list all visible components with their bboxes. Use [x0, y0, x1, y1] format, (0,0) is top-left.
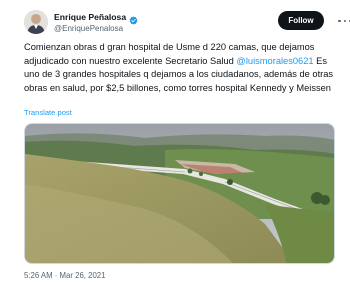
translate-post-link[interactable]: Translate post	[24, 108, 72, 117]
follow-button[interactable]: Follow	[278, 11, 324, 30]
verified-badge-icon	[129, 12, 138, 25]
more-options-icon[interactable]	[338, 16, 350, 26]
tweet-photo[interactable]	[24, 123, 335, 264]
author-handle[interactable]: @EnriquePenalosa	[54, 24, 254, 33]
tweet-card: Enrique Peñalosa @EnriquePenalosa Follow…	[0, 0, 350, 290]
author-names: Enrique Peñalosa @EnriquePenalosa	[54, 10, 254, 33]
tweet-header: Enrique Peñalosa @EnriquePenalosa Follow	[24, 10, 350, 36]
avatar[interactable]	[24, 10, 48, 34]
tweet-text: Comienzan obras d gran hospital de Usme …	[24, 41, 340, 95]
mention-link[interactable]: @luismorales0621	[236, 56, 313, 66]
tweet-timestamp[interactable]: 5:26 AM · Mar 26, 2021	[24, 271, 105, 280]
author-display-name[interactable]: Enrique Peñalosa	[54, 12, 126, 22]
